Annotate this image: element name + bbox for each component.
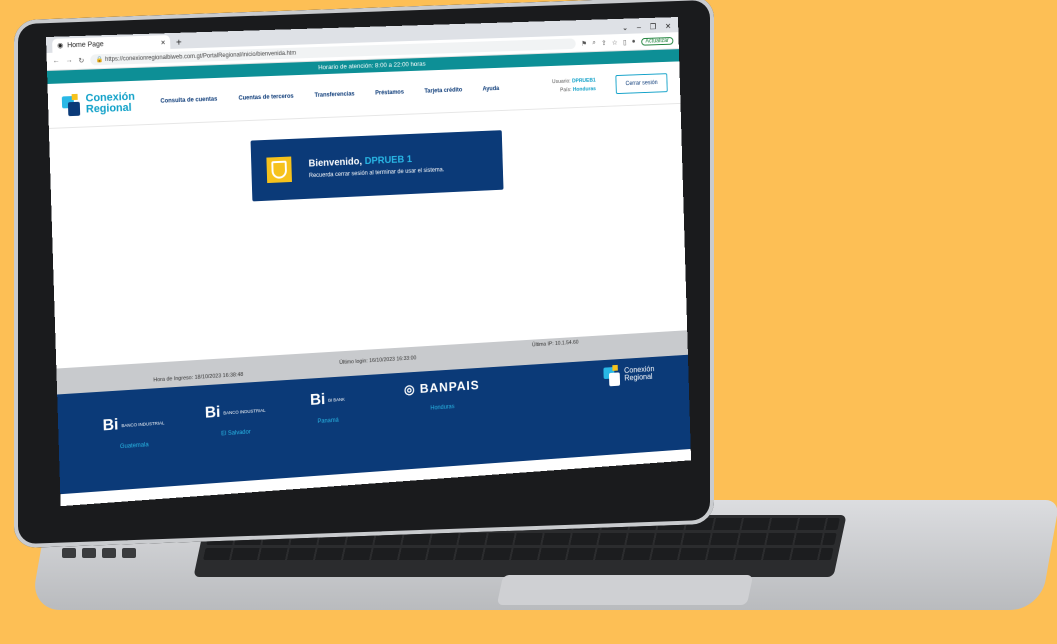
laptop-screen: ◉ Home Page × + ⌄ – ❐ ✕ ← → ↻ 🔒 https://… [46,17,691,506]
reload-icon[interactable]: ↻ [78,56,84,64]
logo-line2: Regional [86,103,136,116]
bank-country: Guatemala [103,441,165,451]
url-text: https://conexionregionalbiweb.com.gt/Por… [105,50,296,62]
trackpad [497,575,753,605]
user-value: DPRUEB1 [572,78,596,85]
side-ports [62,548,136,558]
welcome-name: DPRUEB 1 [365,154,413,167]
nav-cuentas-terceros[interactable]: Cuentas de terceros [238,94,293,102]
share-icon[interactable]: ⇪ [601,39,607,47]
window-controls: ⌄ – ❐ ✕ [622,19,679,34]
nav-prestamos[interactable]: Préstamos [375,90,404,97]
globe-icon: ◉ [57,41,63,49]
close-tab-icon[interactable]: × [161,38,166,47]
nav-tarjeta-credito[interactable]: Tarjeta crédito [424,87,462,94]
close-window-icon[interactable]: ✕ [665,22,671,31]
main-nav: Consulta de cuentas Cuentas de terceros … [160,86,499,105]
country-value: Honduras [573,86,596,93]
sidepanel-icon[interactable]: ▯ [623,38,627,46]
forward-icon[interactable]: → [66,57,73,64]
tab-title: Home Page [67,41,104,49]
back-icon[interactable]: ← [53,58,60,65]
welcome-message: Recuerda cerrar sesión al terminar de us… [309,167,445,179]
minimize-icon[interactable]: – [637,22,641,31]
new-tab-icon[interactable]: + [170,37,188,48]
laptop: ◉ Home Page × + ⌄ – ❐ ✕ ← → ↻ 🔒 https://… [0,0,1057,644]
nav-consulta-cuentas[interactable]: Consulta de cuentas [160,97,217,105]
welcome-banner: Bienvenido, DPRUEB 1 Recuerda cerrar ses… [251,130,504,201]
last-ip: Última IP: 10.1.54.60 [532,340,579,349]
footer-brand-logo: Conexión Regional [603,363,654,387]
footer-brand-line2: Regional [624,373,654,383]
bank-logo-honduras[interactable]: ◎ BANPAIS Honduras [404,378,480,414]
bank-country: Panamá [311,417,346,425]
update-button[interactable]: Actualizar [641,37,674,46]
user-label: Usuario: [552,79,571,85]
nav-ayuda[interactable]: Ayuda [482,86,499,92]
bank-logo-guatemala[interactable]: Bi BANCO INDUSTRIAL Guatemala [102,413,165,451]
welcome-greeting: Bienvenido, [308,156,362,169]
lock-icon: 🔒 [96,56,105,63]
login-time: Hora de Ingreso: 18/10/2023 16:38:48 [153,372,243,384]
translate-icon[interactable]: ⚑ [581,39,587,47]
last-login: Último login: 16/10/2023 16:33:00 [339,355,416,366]
shield-icon [266,157,292,184]
bank-country: El Salvador [206,428,267,438]
user-info: Usuario: DPRUEB1 País: Honduras [552,77,596,96]
zoom-icon[interactable]: ⌕ [592,39,596,47]
bank-country: Honduras [405,402,481,413]
profile-icon[interactable]: ● [632,38,636,45]
country-label: País: [560,87,572,93]
maximize-icon[interactable]: ❐ [650,22,657,31]
star-icon[interactable]: ☆ [612,38,618,46]
main-content: Bienvenido, DPRUEB 1 Recuerda cerrar ses… [49,104,687,369]
logo-mark-icon [62,94,82,117]
site-logo[interactable]: Conexión Regional [62,92,136,117]
chevron-down-icon[interactable]: ⌄ [622,23,628,32]
nav-transferencias[interactable]: Transferencias [314,92,354,99]
banpais-seal-icon: ◎ [404,382,416,397]
logo-mark-icon [603,365,622,387]
bank-logo-panama[interactable]: Bi BI BANK Panamá [310,390,346,425]
bank-logo-el-salvador[interactable]: Bi BANCO INDUSTRIAL El Salvador [205,401,267,438]
logout-button[interactable]: Cerrar sesión [615,73,667,94]
